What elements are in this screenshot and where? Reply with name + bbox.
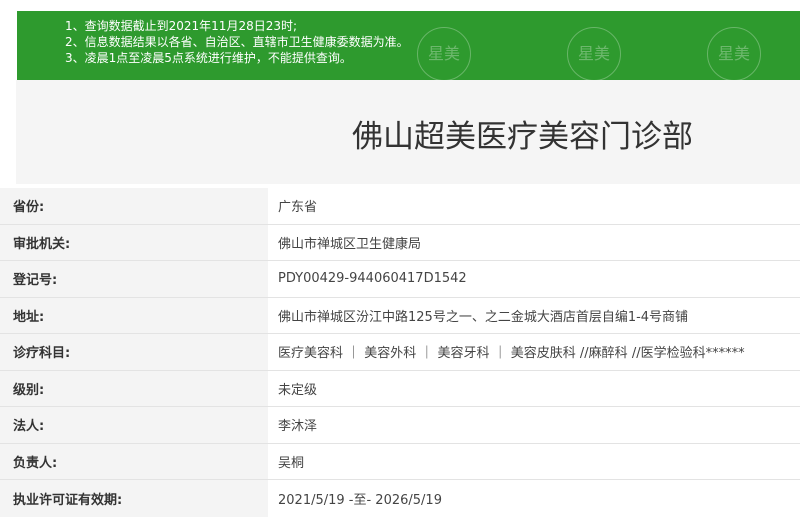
row-value: 吴桐 [268, 443, 800, 479]
watermark-logo: 星美 [417, 27, 471, 80]
info-row-level: 级别: 未定级 [0, 370, 800, 407]
info-row-approval-authority: 审批机关: 佛山市禅城区卫生健康局 [0, 224, 800, 261]
row-label: 地址: [0, 297, 268, 333]
row-label: 执业许可证有效期: [0, 480, 268, 517]
watermark-logo: 星美 [707, 27, 761, 80]
info-row-departments: 诊疗科目: 医疗美容科 ｜ 美容外科 ｜ 美容牙科 ｜ 美容皮肤科 //麻醉科 … [0, 334, 800, 371]
row-value: 李沐泽 [268, 407, 800, 443]
row-label: 登记号: [0, 261, 268, 297]
info-row-registration-number: 登记号: PDY00429-944060417D1542 [0, 261, 800, 298]
page-title: 佛山超美医疗美容门诊部 [352, 119, 693, 155]
row-value: 佛山市禅城区汾江中路125号之一、之二金城大酒店首层自编1-4号商铺 [268, 297, 800, 333]
info-row-license-validity: 执业许可证有效期: 2021/5/19 -至- 2026/5/19 [0, 480, 800, 517]
row-label: 负责人: [0, 443, 268, 479]
notice-banner: 1、查询数据截止到2021年11月28日23时; 2、信息数据结果以各省、自治区… [17, 11, 800, 80]
row-value: 广东省 [268, 188, 800, 224]
info-row-province: 省份: 广东省 [0, 188, 800, 225]
row-value: 2021/5/19 -至- 2026/5/19 [268, 480, 800, 517]
row-value: PDY00429-944060417D1542 [268, 261, 800, 297]
row-label: 审批机关: [0, 224, 268, 260]
row-label: 诊疗科目: [0, 334, 268, 370]
row-label: 省份: [0, 188, 268, 224]
row-value: 未定级 [268, 370, 800, 406]
info-row-person-in-charge: 负责人: 吴桐 [0, 443, 800, 480]
info-row-legal-person: 法人: 李沐泽 [0, 407, 800, 444]
row-label: 级别: [0, 370, 268, 406]
info-table: 省份: 广东省 审批机关: 佛山市禅城区卫生健康局 登记号: PDY00429-… [0, 188, 800, 517]
row-value: 医疗美容科 ｜ 美容外科 ｜ 美容牙科 ｜ 美容皮肤科 //麻醉科 //医学检验… [268, 334, 800, 370]
row-value: 佛山市禅城区卫生健康局 [268, 224, 800, 260]
row-label: 法人: [0, 407, 268, 443]
watermark-logo: 星美 [567, 27, 621, 80]
info-row-address: 地址: 佛山市禅城区汾江中路125号之一、之二金城大酒店首层自编1-4号商铺 [0, 297, 800, 334]
